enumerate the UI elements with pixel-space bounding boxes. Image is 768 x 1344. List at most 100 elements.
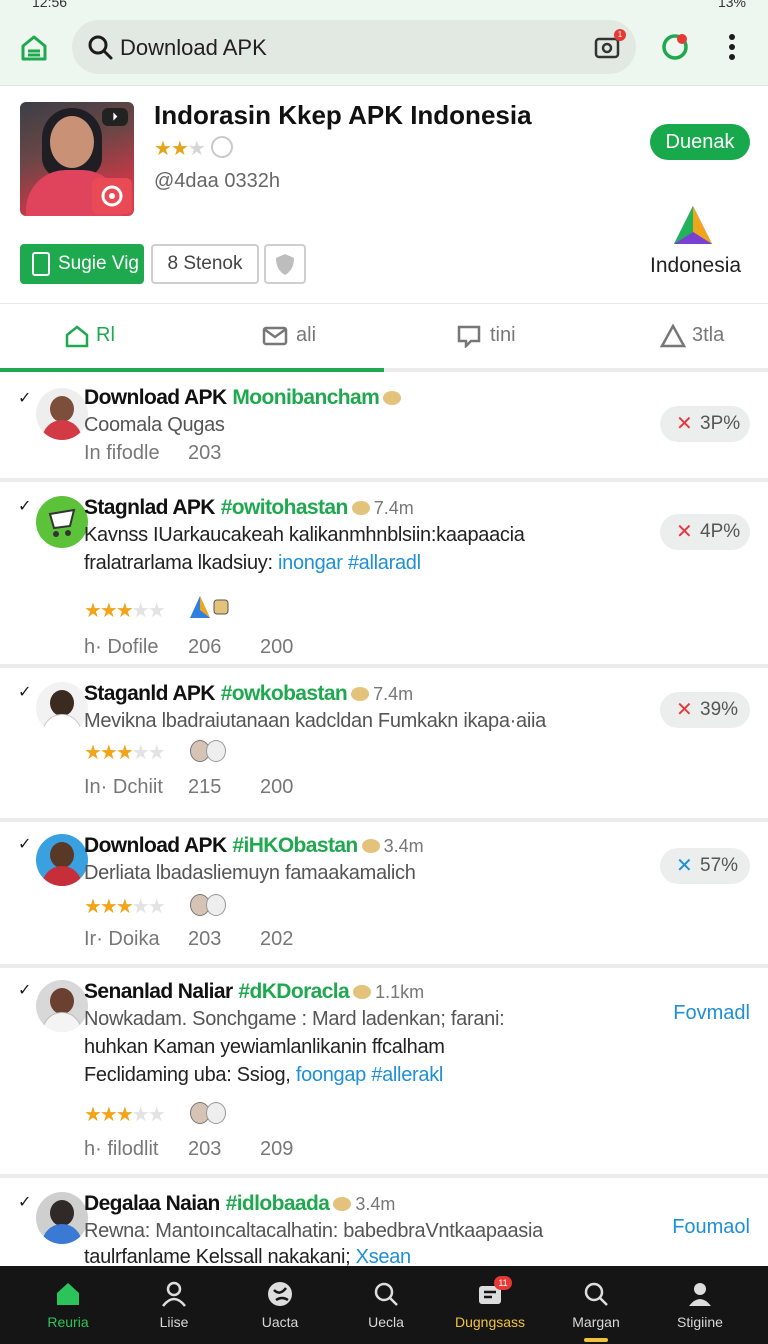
tab-bar: Rl ali tini 3tla: [0, 304, 768, 372]
reaction-icons: [190, 738, 234, 764]
search-input[interactable]: Download APK: [120, 35, 267, 61]
post-meta: In· Dchiit 215 200: [84, 776, 294, 798]
post-text: Rewna: Mantoıncaltacalhatin: babedbraVnt…: [84, 1220, 543, 1242]
avatar[interactable]: ✓: [18, 1192, 88, 1248]
feed-post[interactable]: ✓ Download APK Moonibancham Coomala Quga…: [0, 374, 768, 482]
tab-home[interactable]: Rl: [0, 304, 192, 368]
mail-icon: [262, 326, 288, 346]
refresh-icon: [662, 34, 688, 60]
reaction-icons: [190, 1100, 234, 1126]
post-title[interactable]: Stagnlad APK #owitohastan 7.4m: [84, 496, 414, 520]
more-options-button[interactable]: [720, 30, 744, 64]
post-text: Mevikna lbadraiutanaan kadcldan Fumkakn …: [84, 710, 546, 732]
person-icon: [162, 1281, 186, 1307]
nav-item-inbox[interactable]: 11 Dugngsass: [438, 1266, 542, 1344]
more-vertical-icon: [729, 34, 735, 60]
camera-badge: 1: [614, 29, 626, 41]
verified-icon: [210, 136, 233, 158]
post-text: Nowkadam. Sonchgame : Mard ladenkan; far…: [84, 1008, 505, 1030]
post-text: Coomala Qugas: [84, 414, 225, 436]
post-title[interactable]: Download APK #iHKObastan 3.4m: [84, 834, 424, 858]
search-bar[interactable]: Download APK 1: [72, 20, 636, 74]
percent-badge[interactable]: ✕ 57%: [660, 848, 750, 884]
shield-button[interactable]: [264, 244, 306, 284]
nav-item-settings[interactable]: Stigiine: [648, 1266, 752, 1344]
follow-link[interactable]: Fovmadl: [673, 1002, 750, 1025]
sync-button[interactable]: [660, 32, 690, 62]
close-icon: ✕: [676, 855, 693, 877]
home-icon: [57, 1283, 79, 1305]
feed-post[interactable]: ✓ Stagnlad APK #owitohastan 7.4m Kavnss I…: [0, 482, 768, 668]
app-thumbnail[interactable]: ⏵: [20, 102, 134, 216]
feed-post[interactable]: ✓ Staganld APK #owkobastan 7.4m Mevikna l…: [0, 668, 768, 822]
avatar[interactable]: ✓: [18, 980, 88, 1036]
tab-label: Rl: [96, 324, 115, 346]
percent-badge[interactable]: ✕ 39%: [660, 692, 750, 728]
avatar[interactable]: ✓: [18, 834, 88, 890]
avatar[interactable]: ✓: [18, 496, 88, 552]
post-rating: ★★★★★: [84, 742, 166, 764]
post-text: Kavnss IUarkaucakeah kalikanmhnblsiin:ka…: [84, 524, 525, 546]
post-rating: ★★★★★: [84, 1104, 166, 1126]
post-title[interactable]: Senanlad Naliar #dKDoracla 1.1km: [84, 980, 424, 1004]
hashtag-link[interactable]: inongar #allaradl: [278, 552, 421, 574]
battery-level: 13%: [717, 0, 746, 10]
app-rating: ★★★: [154, 136, 233, 161]
post-text: taulrfanlame Kelssall nakakani; Xsean: [84, 1246, 411, 1266]
avatar[interactable]: ✓: [18, 682, 88, 738]
bookmark-icon: [32, 252, 50, 276]
nav-item-margin[interactable]: Margan: [544, 1266, 648, 1344]
percent-badge[interactable]: ✕ 4P%: [660, 514, 750, 550]
nav-item-explore[interactable]: Uacta: [228, 1266, 332, 1344]
avatar[interactable]: ✓: [18, 388, 88, 444]
feed-list[interactable]: ✓ Download APK Moonibancham Coomala Quga…: [0, 374, 768, 1266]
post-title[interactable]: Degalaa Naian #idlobaada 3.4m: [84, 1192, 395, 1216]
tab-label: ali: [296, 324, 317, 346]
camera-badge-icon: [92, 178, 132, 214]
app-bar: Download APK 1: [0, 14, 768, 86]
reaction-icons: [190, 594, 234, 620]
hashtag-link[interactable]: foongap #allerakl: [296, 1064, 444, 1086]
follow-button[interactable]: Sugie Vig: [20, 244, 144, 284]
download-button[interactable]: Duenak: [650, 124, 750, 160]
home-button[interactable]: [18, 32, 50, 64]
hashtag-link[interactable]: Xsean: [356, 1246, 412, 1266]
app-header: ⏵ Indorasin Kkep APK Indonesia ★★★ @4daa…: [0, 88, 768, 304]
post-meta: h· filodlit 203 209: [84, 1138, 294, 1160]
post-title[interactable]: Staganld APK #owkobastan 7.4m: [84, 682, 413, 706]
tab-label: tini: [490, 324, 516, 346]
stock-button[interactable]: 8 Stenok: [151, 244, 259, 284]
post-rating: ★★★★★: [84, 600, 166, 622]
tab-indicator: [0, 368, 384, 372]
post-text: fralatrarlama lkadsiuy: inongar #allarad…: [84, 552, 421, 574]
post-meta: In fifodle 203: [84, 442, 222, 464]
search-icon: [374, 1282, 398, 1306]
search-icon: [88, 35, 113, 60]
close-icon: ✕: [676, 413, 693, 435]
feed-post[interactable]: ✓ Degalaa Naian #idlobaada 3.4m Rewna: Ma…: [0, 1178, 768, 1266]
gamepad-icon: ⏵: [102, 108, 128, 126]
play-store-icon: [674, 206, 712, 244]
nav-item-list[interactable]: Liise: [122, 1266, 226, 1344]
home-icon: [21, 35, 47, 61]
shield-icon: [276, 254, 294, 275]
tab-alerts[interactable]: 3tla: [576, 304, 768, 368]
home-icon: [65, 325, 89, 348]
app-title: Indorasin Kkep APK Indonesia: [154, 100, 532, 130]
image-search-button[interactable]: 1: [594, 29, 626, 60]
nav-item-home[interactable]: Reuria: [16, 1266, 120, 1344]
post-meta: h· Dofile 206 200: [84, 636, 294, 658]
profile-icon: [689, 1283, 711, 1306]
feed-post[interactable]: ✓ Senanlad Naliar #dKDoracla 1.1km Nowkad…: [0, 968, 768, 1178]
nav-item-search[interactable]: Uecla: [334, 1266, 438, 1344]
post-rating: ★★★★★: [84, 896, 166, 918]
post-meta: Ir· Doika 203 202: [84, 928, 294, 950]
nav-active-indicator: [584, 1338, 608, 1342]
follow-link[interactable]: Foumaol: [672, 1216, 750, 1239]
percent-badge[interactable]: ✕ 3P%: [660, 406, 750, 442]
tab-messages[interactable]: tini: [384, 304, 576, 368]
tab-mail[interactable]: ali: [192, 304, 384, 368]
feed-post[interactable]: ✓ Download APK #iHKObastan 3.4m Derliata …: [0, 822, 768, 968]
follow-label: Sugie Vig: [58, 253, 139, 274]
post-title[interactable]: Download APK Moonibancham: [84, 386, 405, 410]
